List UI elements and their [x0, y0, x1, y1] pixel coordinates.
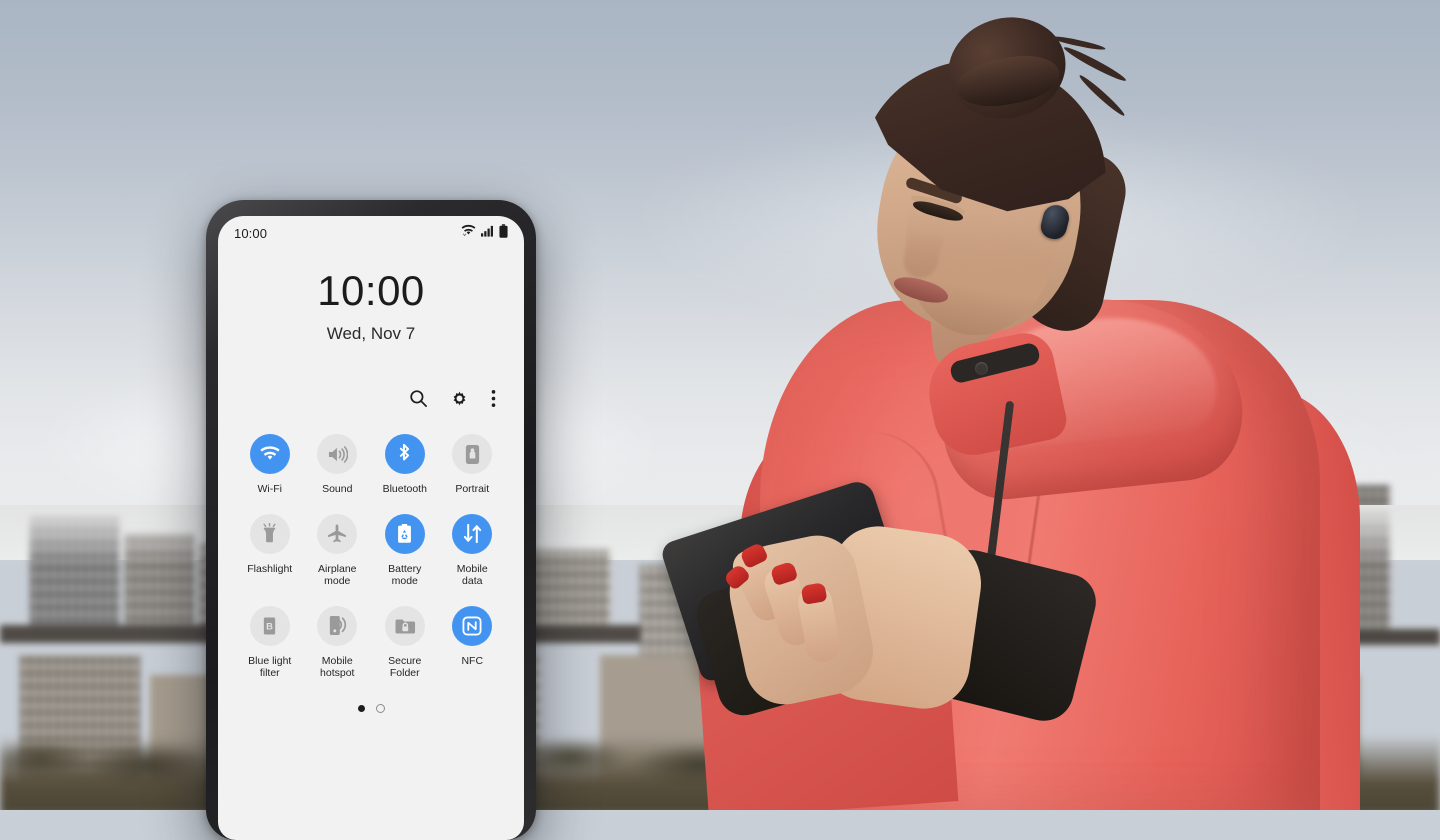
page-dot[interactable]	[375, 703, 385, 713]
quick-toggle-portrait[interactable]: Portrait	[439, 434, 507, 496]
airplane-icon	[317, 513, 358, 554]
phone-screen[interactable]: 10:00 10:00 Wed, Nov 7 Wi-Fi Sound Bluet…	[218, 216, 524, 840]
page-dot-active[interactable]	[357, 704, 365, 712]
flashlight-icon	[249, 513, 290, 554]
quick-toggle-label: Portrait	[455, 483, 490, 495]
svg-text:B: B	[266, 621, 273, 632]
page-indicator	[218, 703, 524, 713]
blue-light-filter-icon: B	[249, 605, 290, 646]
gear-icon[interactable]	[450, 389, 469, 408]
quick-toggle-airplane-mode[interactable]: Airplane mode	[304, 513, 372, 588]
nfc-icon	[452, 605, 493, 646]
clock-date: Wed, Nov 7	[326, 324, 416, 343]
collar-snap	[975, 362, 988, 375]
lockscreen-clock-block: 10:00 Wed, Nov 7	[218, 270, 524, 344]
quick-toggle-secure-folder[interactable]: Secure Folder	[371, 605, 439, 680]
quick-toggle-nfc[interactable]: NFC	[439, 605, 507, 680]
quick-toggle-flashlight[interactable]: Flashlight	[236, 513, 304, 588]
clock-time: 10:00	[317, 267, 425, 314]
quick-toggle-label: NFC	[461, 654, 484, 667]
sound-icon	[317, 434, 358, 474]
status-bar-time: 10:00	[234, 225, 268, 241]
battery-icon	[499, 223, 508, 243]
bluetooth-icon	[384, 434, 425, 474]
phone-device: 10:00 10:00 Wed, Nov 7 Wi-Fi Sound Bluet…	[206, 200, 536, 840]
wifi-icon	[249, 434, 290, 474]
quick-toggle-label: Secure Folder	[388, 654, 422, 680]
status-bar: 10:00	[218, 216, 524, 250]
mobile-hotspot-icon	[317, 605, 358, 646]
mobile-data-icon	[452, 513, 493, 554]
quick-toggle-label: Mobile data	[456, 562, 488, 588]
secure-folder-icon	[384, 605, 425, 646]
battery-mode-icon	[384, 513, 425, 554]
quick-settings-grid: Wi-Fi Sound Bluetooth Portrait Flashligh…	[218, 434, 524, 680]
quick-toggle-label: Mobile hotspot	[320, 654, 355, 680]
quick-toggle-blue-light-filter[interactable]: B Blue light filter	[236, 605, 304, 680]
quick-toggle-sound[interactable]: Sound	[304, 434, 372, 496]
quick-toggle-label: Wi-Fi	[257, 483, 283, 495]
quick-toggle-label: Battery mode	[388, 562, 422, 588]
search-icon[interactable]	[409, 389, 428, 408]
quick-toggle-wifi[interactable]: Wi-Fi	[236, 434, 304, 496]
quick-toggle-label: Flashlight	[247, 562, 293, 575]
quick-toggle-mobile-data[interactable]: Mobile data	[439, 513, 507, 588]
quick-toggle-label: Sound	[322, 483, 353, 495]
quick-toggle-label: Airplane mode	[317, 562, 357, 588]
quick-toggle-mobile-hotspot[interactable]: Mobile hotspot	[304, 605, 372, 680]
more-options-icon[interactable]	[491, 389, 496, 408]
wifi-icon	[461, 224, 476, 242]
portrait-rotate-icon	[452, 434, 493, 474]
status-bar-icons	[461, 223, 508, 243]
quick-toggle-bluetooth[interactable]: Bluetooth	[371, 434, 439, 496]
quick-toggle-label: Bluetooth	[382, 483, 427, 495]
cellular-signal-icon	[481, 224, 494, 242]
quick-toggle-label: Blue light filter	[248, 654, 292, 680]
quick-toggle-battery-mode[interactable]: Battery mode	[371, 513, 439, 588]
panel-action-row	[218, 384, 524, 412]
